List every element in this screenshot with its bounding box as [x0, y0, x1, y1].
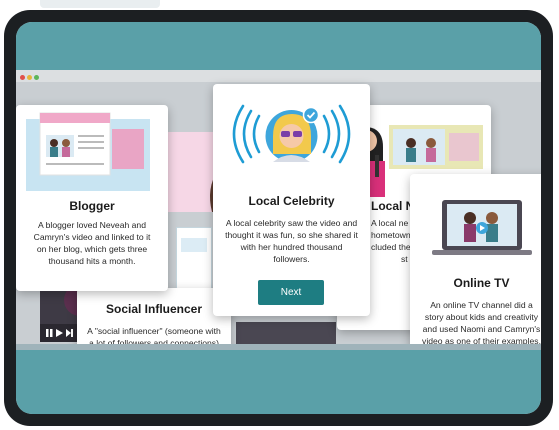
- checkmark-icon: [302, 106, 320, 124]
- local-celebrity-illustration: [232, 104, 351, 164]
- local-celebrity-title: Local Celebrity: [248, 194, 335, 208]
- online-tv-title: Online TV: [453, 276, 510, 290]
- tablet-screen: Local N A local ne hometown cluded the s…: [16, 22, 541, 414]
- laptop-tv-illustration: [432, 200, 532, 255]
- blogger-card[interactable]: Blogger A blogger loved Neveah and Camry…: [16, 105, 168, 291]
- play-icon[interactable]: [476, 222, 488, 234]
- window-maximize-dot: [34, 75, 39, 80]
- window-close-dot: [20, 75, 25, 80]
- pause-icon[interactable]: [46, 329, 53, 337]
- browser-bar: [16, 70, 541, 82]
- background-browser-window: [176, 227, 212, 289]
- teal-footer-band: [16, 350, 541, 414]
- next-button[interactable]: Next: [258, 280, 324, 305]
- social-influencer-title: Social Influencer: [105, 302, 203, 316]
- local-celebrity-text: A local celebrity saw the video and thou…: [225, 218, 358, 264]
- play-icon[interactable]: [56, 329, 63, 337]
- local-celebrity-card[interactable]: Local Celebrity A local celebrity saw th…: [213, 84, 370, 316]
- top-strip: [40, 0, 160, 8]
- skip-icon[interactable]: [66, 329, 73, 337]
- tablet-frame: Local N A local ne hometown cluded the s…: [4, 10, 553, 426]
- blogger-illustration: [26, 112, 150, 191]
- window-minimize-dot: [27, 75, 32, 80]
- background-dark-strip: [236, 322, 336, 344]
- blogger-title: Blogger: [69, 199, 115, 213]
- teal-header-band: [16, 22, 541, 70]
- blogger-text: A blogger loved Neveah and Camryn's vide…: [33, 220, 151, 266]
- online-tv-text: An online TV channel did a story about k…: [422, 300, 541, 346]
